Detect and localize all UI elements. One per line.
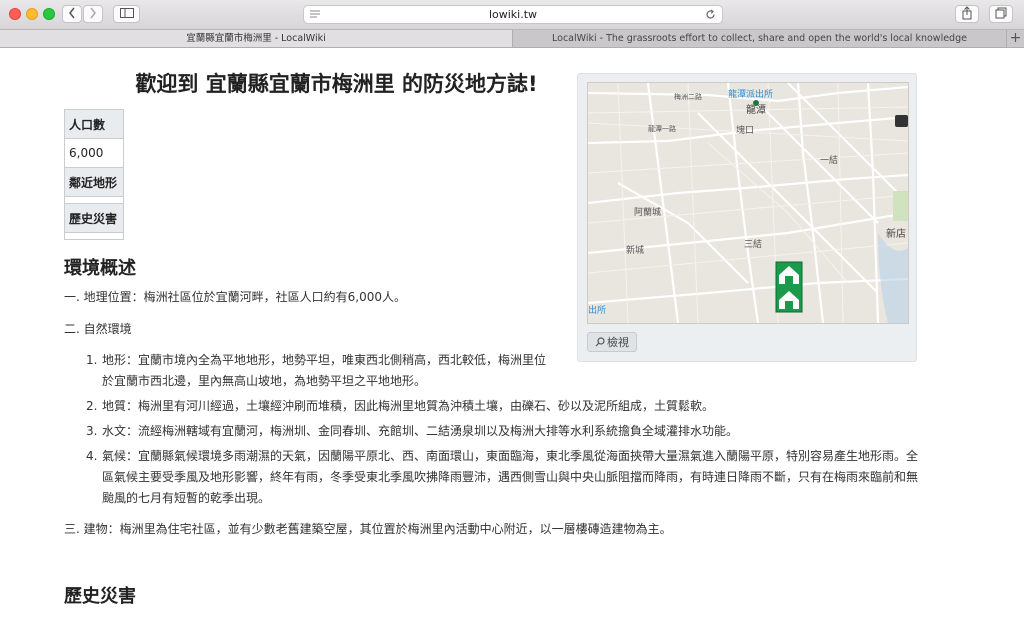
list-item-number: 3.	[86, 424, 98, 438]
map-label-jiantou: 塊口	[736, 124, 754, 136]
map-label-alanguo: 阿蘭城	[634, 206, 661, 218]
search-icon	[595, 337, 605, 347]
infobox-label-population: 人口數	[64, 109, 124, 139]
tabs-icon	[995, 7, 1007, 19]
map-view-button[interactable]: 檢視	[587, 332, 637, 352]
page-content: 歡迎到 宜蘭縣宜蘭市梅洲里 的防災地方誌! 人口數 6,000 鄰近地形 歷史災…	[0, 48, 1024, 619]
paragraph-natural: 二. 自然環境	[64, 322, 132, 336]
page-title: 歡迎到 宜蘭縣宜蘭市梅洲里 的防災地方誌!	[135, 72, 538, 96]
infobox-label-history: 歷史災害	[64, 203, 124, 233]
list-item: 4. 氣候：宜蘭縣氣候環境多雨潮濕的天氣，因蘭陽平原北、西、南面環山，東面臨海，…	[86, 446, 926, 509]
list-item: 2. 地質：梅洲里有河川經過，土壤經沖刷而堆積，因此梅洲里地質為沖積土壤，由礫石…	[86, 396, 926, 417]
back-button[interactable]	[62, 5, 82, 23]
section-heading-history: 歷史災害	[64, 586, 136, 607]
map-view-button-label: 檢視	[607, 336, 629, 349]
map-marker	[775, 261, 803, 313]
map-label-sanjie: 三結	[744, 238, 762, 250]
list-item-text: 水文：流經梅洲轄域有宜蘭河，梅洲圳、金同春圳、充館圳、二結湧泉圳以及梅洲大排等水…	[102, 424, 739, 438]
sidebar-button[interactable]	[113, 5, 140, 23]
list-item: 1. 地形：宜蘭市境內全為平地地形，地勢平坦，唯東西北側稍高，西北較低，梅洲里位…	[86, 350, 550, 392]
map-label-police: 龍潭派出所	[728, 88, 773, 100]
list-item-text: 地質：梅洲里有河川經過，土壤經沖刷而堆積，因此梅洲里地質為沖積土壤，由礫石、砂以…	[102, 399, 715, 413]
map-view[interactable]: 龍潭派出所 龍潭 梅洲二路 龍潭一路 塊口 一結 阿蘭城 新城 三結 新店 出所	[587, 82, 909, 324]
list-item-number: 4.	[86, 449, 98, 463]
natural-environment-list: 1. 地形：宜蘭市境內全為平地地形，地勢平坦，唯東西北側稍高，西北較低，梅洲里位…	[86, 350, 926, 513]
chevron-right-icon	[90, 7, 96, 19]
browser-chrome: lowiki.tw 宜蘭縣宜蘭市梅洲里 - LocalWiki LocalWik…	[0, 0, 1024, 48]
address-bar[interactable]: lowiki.tw	[303, 5, 723, 24]
tab-bar: 宜蘭縣宜蘭市梅洲里 - LocalWiki LocalWiki - The gr…	[0, 30, 1024, 48]
infobox-value-population: 6,000	[64, 138, 124, 168]
list-item-text: 地形：宜蘭市境內全為平地地形，地勢平坦，唯東西北側稍高，西北較低，梅洲里位於宜蘭…	[102, 353, 547, 388]
map-label-road2: 龍潭一路	[648, 124, 676, 133]
infobox-value-terrain	[64, 196, 124, 204]
tabs-overview-button[interactable]	[989, 5, 1013, 23]
share-icon	[962, 6, 972, 20]
tab-localwiki[interactable]: LocalWiki - The grassroots effort to col…	[513, 30, 1006, 47]
zoom-window-button[interactable]	[43, 8, 55, 20]
infobox-table: 人口數 6,000 鄰近地形 歷史災害	[64, 109, 124, 240]
map-label-road1: 梅洲二路	[674, 92, 702, 101]
list-item-number: 2.	[86, 399, 98, 413]
infobox-value-history	[64, 232, 124, 240]
map-label-xincheng: 新城	[626, 244, 644, 256]
browser-toolbar: lowiki.tw	[0, 0, 1024, 30]
map-label-xindian: 新店	[886, 227, 906, 240]
infobox-label-terrain: 鄰近地形	[64, 167, 124, 197]
section-heading-environment: 環境概述	[64, 258, 136, 279]
paragraph-buildings: 三. 建物：梅洲里為住宅社區，並有少數老舊建築空屋，其位置於梅洲里內活動中心附近…	[64, 522, 672, 536]
new-tab-button[interactable]: +	[1006, 30, 1024, 47]
map-widget: 龍潭派出所 龍潭 梅洲二路 龍潭一路 塊口 一結 阿蘭城 新城 三結 新店 出所…	[577, 73, 917, 362]
reload-icon[interactable]	[705, 9, 716, 20]
map-label-longtan: 龍潭	[746, 103, 766, 116]
paragraph-location: 一. 地理位置：梅洲社區位於宜蘭河畔，社區人口約有6,000人。	[64, 290, 406, 304]
list-item-text: 氣候：宜蘭縣氣候環境多雨潮濕的天氣，因蘭陽平原北、西、南面環山，東面臨海，東北季…	[102, 449, 919, 505]
forward-button[interactable]	[83, 5, 103, 23]
sidebar-icon	[119, 8, 134, 18]
tab-current[interactable]: 宜蘭縣宜蘭市梅洲里 - LocalWiki	[0, 30, 513, 47]
share-button[interactable]	[955, 5, 979, 23]
chevron-left-icon	[69, 7, 75, 19]
close-window-button[interactable]	[9, 8, 21, 20]
map-streets: 龍潭派出所 龍潭 梅洲二路 龍潭一路 塊口 一結 阿蘭城 新城 三結 新店 出所	[588, 83, 908, 323]
url-text: lowiki.tw	[488, 8, 538, 21]
minimize-window-button[interactable]	[26, 8, 38, 20]
list-item: 3. 水文：流經梅洲轄域有宜蘭河，梅洲圳、金同春圳、充館圳、二結湧泉圳以及梅洲大…	[86, 421, 926, 442]
map-label-chusuo: 出所	[588, 304, 606, 316]
list-item-number: 1.	[86, 353, 98, 367]
map-label-yijie: 一結	[820, 154, 838, 166]
